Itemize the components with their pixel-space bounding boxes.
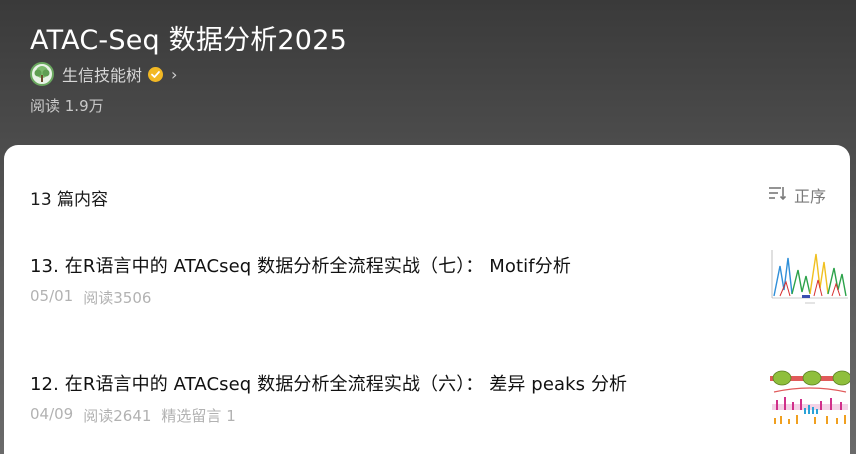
album-header: ATAC-Seq 数据分析2025 生信技能树 › 阅读 1.9万 bbox=[0, 0, 856, 160]
article-item-12[interactable]: 12. 在R语言中的 ATACseq 数据分析全流程实战（六）： 差异 peak… bbox=[30, 364, 852, 440]
motif-logo-thumbnail bbox=[770, 246, 850, 306]
article-meta: 04/09 阅读2641 精选留言 1 bbox=[30, 405, 236, 426]
article-reads: 阅读2641 bbox=[83, 407, 152, 425]
album-reads: 阅读 1.9万 bbox=[30, 97, 104, 115]
article-date: 04/09 bbox=[30, 405, 74, 423]
article-title: 13. 在R语言中的 ATACseq 数据分析全流程实战（七）： Motif分析 bbox=[30, 256, 571, 277]
author-name: 生信技能树 bbox=[62, 66, 143, 85]
article-comments: 精选留言 1 bbox=[161, 407, 236, 425]
article-title: 12. 在R语言中的 ATACseq 数据分析全流程实战（六）： 差异 peak… bbox=[30, 374, 628, 395]
article-meta: 05/01 阅读3506 bbox=[30, 287, 151, 308]
article-reads: 阅读3506 bbox=[83, 289, 152, 307]
sort-icon bbox=[768, 184, 787, 206]
author-link[interactable]: 生信技能树 › bbox=[30, 61, 177, 87]
album-title: ATAC-Seq 数据分析2025 bbox=[30, 25, 347, 56]
sort-order-button[interactable]: 正序 bbox=[768, 183, 826, 207]
article-count: 13 篇内容 bbox=[30, 190, 109, 210]
chevron-right-icon: › bbox=[171, 64, 178, 84]
article-item-13[interactable]: 13. 在R语言中的 ATACseq 数据分析全流程实战（七）： Motif分析… bbox=[30, 246, 850, 322]
article-list-panel: 13 篇内容 正序 13. 在R语言中的 ATACseq 数据分析全流程实战（七… bbox=[4, 145, 852, 454]
peaks-diagram-thumbnail bbox=[770, 364, 852, 424]
article-date: 05/01 bbox=[30, 287, 74, 305]
verified-badge-icon bbox=[148, 66, 164, 82]
sort-label: 正序 bbox=[793, 187, 826, 206]
tree-avatar-icon bbox=[30, 62, 54, 86]
